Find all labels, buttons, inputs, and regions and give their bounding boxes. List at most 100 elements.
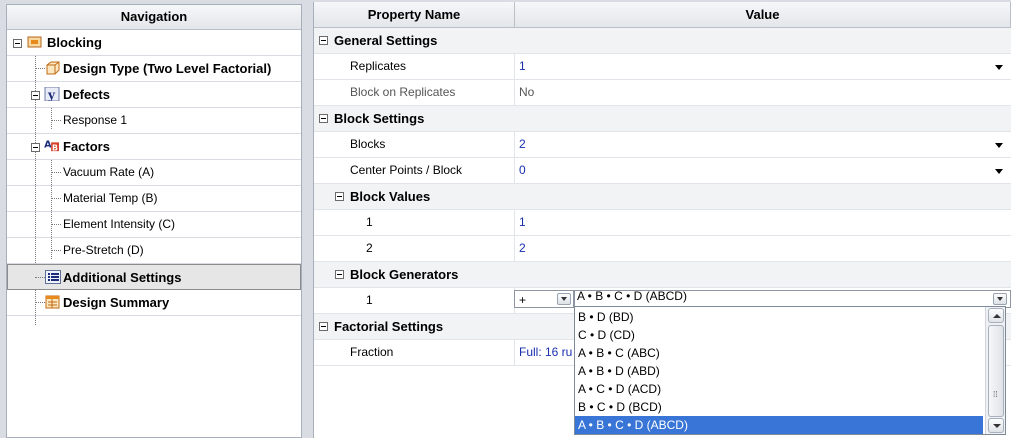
category-title: Block Settings [334, 111, 425, 126]
dropdown-scrollbar[interactable]: ⁞⁞ [985, 307, 1005, 434]
property-name: Replicates [350, 59, 407, 73]
collapse-icon[interactable] [335, 192, 344, 201]
property-row-blocks[interactable]: Blocks 2 [314, 132, 1011, 158]
property-row-replicates[interactable]: Replicates 1 [314, 54, 1011, 80]
dropdown-option[interactable]: A • B • D (ABD) [575, 362, 983, 380]
generator-dropdown-list[interactable]: B • D (BD) C • D (CD) A • B • C (ABC) A … [574, 306, 1006, 435]
design-type-icon [46, 61, 60, 75]
collapse-icon[interactable] [31, 143, 40, 152]
property-row-block-value-2[interactable]: 2 2 [314, 236, 1011, 262]
grip-icon: ⁞⁞ [993, 390, 998, 399]
nav-item-label: Element Intensity (C) [63, 217, 176, 231]
name-cell [314, 288, 515, 313]
generator-sign-combo[interactable]: + [514, 290, 574, 308]
blocking-icon [27, 36, 42, 48]
tree-line [35, 302, 45, 303]
nav-item-label: Design Type (Two Level Factorial) [63, 61, 272, 76]
property-value[interactable]: 1 [519, 54, 526, 79]
scroll-down-icon[interactable] [988, 418, 1004, 433]
category-block-generators[interactable]: Block Generators [314, 262, 1011, 288]
property-name: 1 [366, 293, 373, 307]
nav-item-response-1[interactable]: Response 1 [7, 108, 301, 134]
nav-item-defects[interactable]: y Defects [7, 82, 301, 108]
dropdown-option-selected[interactable]: A • B • C • D (ABCD) [575, 416, 983, 434]
tree-line [51, 250, 61, 251]
dropdown-arrow-icon[interactable] [995, 169, 1003, 174]
collapse-icon[interactable] [319, 322, 328, 331]
property-name: Block on Replicates [350, 85, 456, 99]
svg-text:B: B [52, 143, 58, 152]
tree-line [51, 172, 61, 173]
collapse-icon[interactable] [31, 91, 40, 100]
dropdown-option[interactable]: C • D (CD) [575, 326, 983, 344]
category-title: Block Generators [350, 267, 459, 282]
category-title: Block Values [350, 189, 431, 204]
response-icon: y [44, 87, 60, 101]
generator-sign-value: + [519, 293, 527, 307]
chevron-down-icon[interactable] [993, 293, 1007, 305]
nav-item-label: Factors [63, 139, 110, 154]
tree-line [35, 68, 45, 69]
nav-item-label: Material Temp (B) [63, 191, 158, 205]
nav-item-label: Additional Settings [63, 270, 182, 285]
property-value[interactable]: 2 [519, 236, 526, 261]
collapse-icon[interactable] [319, 114, 328, 123]
svg-text:y: y [47, 88, 56, 101]
generator-combo-value: A • B • C • D (ABCD) [577, 290, 687, 303]
category-general-settings[interactable]: General Settings [314, 28, 1011, 54]
property-name: 1 [366, 215, 373, 229]
tree-line [51, 120, 61, 121]
chevron-down-icon[interactable] [557, 293, 571, 305]
dropdown-option[interactable]: B • C • D (BCD) [575, 398, 983, 416]
nav-item-design-type[interactable]: Design Type (Two Level Factorial) [7, 56, 301, 82]
tree-line [51, 198, 61, 199]
property-name: Center Points / Block [350, 163, 463, 177]
property-name: 2 [366, 241, 373, 255]
dropdown-arrow-icon[interactable] [995, 65, 1003, 70]
nav-item-label: Blocking [47, 35, 102, 50]
category-block-values[interactable]: Block Values [314, 184, 1011, 210]
nav-item-factor-b[interactable]: Material Temp (B) [7, 186, 301, 212]
collapse-icon[interactable] [13, 39, 22, 48]
collapse-icon[interactable] [335, 270, 344, 279]
property-value[interactable]: 1 [519, 210, 526, 235]
column-header-property-name: Property Name [314, 2, 515, 28]
collapse-icon[interactable] [319, 36, 328, 45]
dropdown-option[interactable]: A • B • C (ABC) [575, 344, 983, 362]
property-value[interactable]: 2 [519, 132, 526, 157]
nav-item-factor-c[interactable]: Element Intensity (C) [7, 212, 301, 238]
category-title: Factorial Settings [334, 319, 444, 334]
property-row-center-points[interactable]: Center Points / Block 0 [314, 158, 1011, 184]
navigation-panel: Navigation Blocking Design Type (Two Lev… [6, 4, 302, 438]
property-value[interactable]: Full: 16 ru [519, 340, 572, 365]
factors-icon: A B [44, 140, 59, 152]
nav-item-label: Response 1 [63, 113, 128, 127]
dropdown-option[interactable]: B • D (BD) [575, 308, 983, 326]
nav-item-factor-d[interactable]: Pre-Stretch (D) [7, 238, 301, 264]
category-title: General Settings [334, 33, 438, 48]
svg-text:A: A [44, 140, 52, 151]
property-name: Blocks [350, 137, 386, 151]
name-cell [314, 132, 515, 157]
tree-line [51, 224, 61, 225]
name-cell [314, 54, 515, 79]
nav-item-design-summary[interactable]: Design Summary [7, 290, 301, 316]
dropdown-arrow-icon[interactable] [995, 143, 1003, 148]
dropdown-option[interactable]: A • C • D (ACD) [575, 380, 983, 398]
navigation-header: Navigation [7, 5, 301, 30]
property-value[interactable]: 0 [519, 158, 526, 183]
scroll-up-icon[interactable] [988, 308, 1004, 323]
nav-item-factor-a[interactable]: Vacuum Rate (A) [7, 160, 301, 186]
settings-list-icon [45, 270, 61, 284]
scrollbar-thumb[interactable]: ⁞⁞ [988, 325, 1004, 417]
nav-item-additional-settings[interactable]: Additional Settings [7, 264, 301, 290]
nav-item-factors[interactable]: A B Factors [7, 134, 301, 160]
property-value: No [519, 85, 535, 99]
design-summary-icon [45, 295, 60, 309]
category-block-settings[interactable]: Block Settings [314, 106, 1011, 132]
name-cell [314, 210, 515, 235]
nav-item-blocking[interactable]: Blocking [7, 30, 301, 56]
nav-item-label: Pre-Stretch (D) [63, 243, 144, 257]
property-row-block-value-1[interactable]: 1 1 [314, 210, 1011, 236]
nav-item-label: Design Summary [63, 295, 170, 310]
